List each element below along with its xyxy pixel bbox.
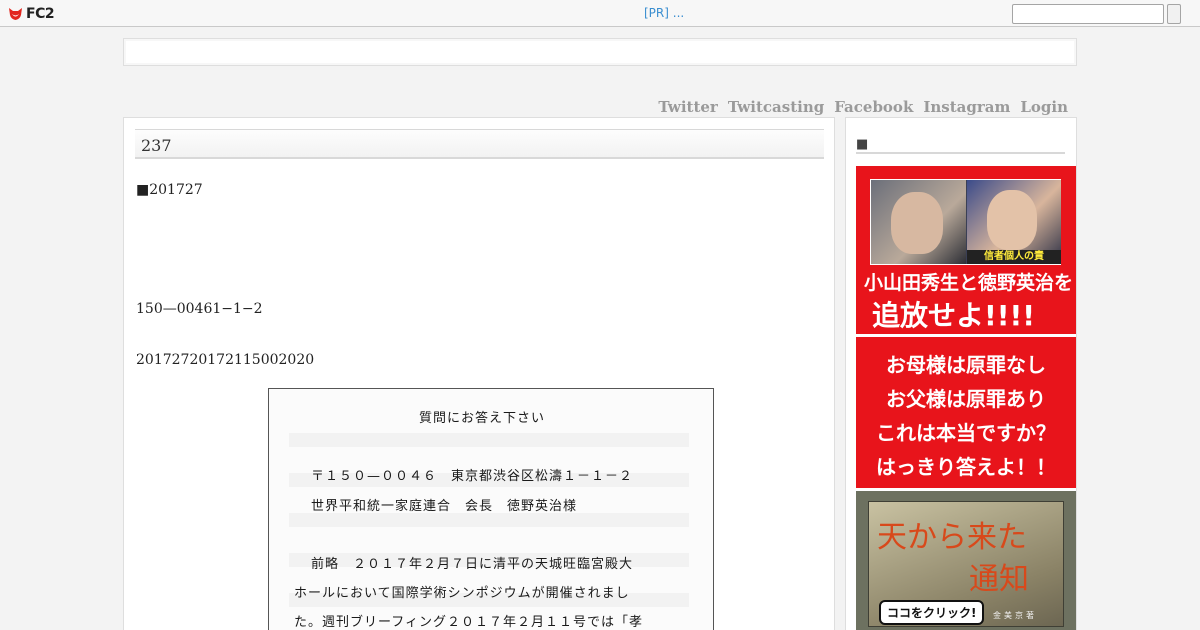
blog-header [123,38,1077,66]
nav-login[interactable]: Login [1020,98,1068,116]
ad-line: お母様は原罪なし [886,353,1046,377]
post-title[interactable]: 237 [135,129,824,159]
ad-line: はっきり答えよ！！ [876,455,1056,479]
letter-line: た。週刊ブリーフィング２０１７年２月１１号では「孝 [294,615,643,630]
fc2-toolbar: FC2 [PR] ... [0,0,1200,27]
book-title-line1: 天から来た [877,520,1027,555]
fc2-fox-icon [8,6,23,21]
ad-banner-expel[interactable]: 信者個人の責 小山田秀生と徳野英治を 追放せよ!!!! [856,166,1076,334]
letter-line: ホールにおいて国際学術シンポジウムが開催されまし [294,586,630,601]
letter-line: 〒１５０—００４６ 東京都渋谷区松濤１－１－２ [311,469,634,484]
search-button[interactable] [1167,4,1181,24]
sidebar-title: ■ [856,137,1065,154]
letter-line: 世界平和統一家庭連合 会長 徳野英治様 [311,499,578,514]
book-title-line2: 通知 [969,562,1029,597]
main-content: 237 ■201727 150—00461−1−2 20172720172115… [123,117,835,630]
sidebar: ■ 信者個人の責 小山田秀生と徳野英治を 追放せよ!!!! お母様は原罪なし お… [845,117,1077,630]
face-image [891,192,943,254]
fc2-logo-text: FC2 [26,5,55,22]
ad-banner-book[interactable]: 天から来た 通知 ココをクリック! 金美京著 [856,491,1076,630]
click-here-button[interactable]: ココをクリック! [879,600,985,625]
ad-slogan: 追放せよ!!!! [872,299,1036,332]
pr-link[interactable]: [PR] ... [644,6,684,20]
book-author: 金美京著 [993,611,1037,620]
nav-twitcasting[interactable]: Twitcasting [728,98,824,116]
nav-twitter[interactable]: Twitter [658,98,717,116]
letter-line: 前略 ２０１７年２月７日に清平の天城旺臨宮殿大 [311,557,634,572]
letter-image: 質問にお答え下さい 〒１５０—００４６ 東京都渋谷区松濤１－１－２ 世界平和統一… [268,388,714,630]
ad-line: これは本当ですか？ [876,421,1056,445]
post-date-line: ■201727 [136,182,203,198]
ad-line: お父様は原罪あり [886,387,1046,411]
search-input[interactable] [1012,4,1164,24]
nav-facebook[interactable]: Facebook [834,98,913,116]
ad-photo: 信者個人の責 [870,179,1061,265]
ad-banner-original-sin[interactable]: お母様は原罪なし お父様は原罪あり これは本当ですか？ はっきり答えよ！！ [856,337,1076,488]
book-cover: 天から来た 通知 ココをクリック! 金美京著 [868,501,1064,627]
ad-photo-caption: 信者個人の責 [967,250,1061,264]
post-address-line: 150—00461−1−2 [136,301,263,317]
ad-headline: 小山田秀生と徳野英治を [864,272,1074,294]
face-image [987,190,1037,250]
top-nav: Twitter Twitcasting Facebook Instagram L… [658,98,1068,116]
post-body-line: 20172720172115002020 [136,352,315,368]
nav-instagram[interactable]: Instagram [923,98,1010,116]
letter-heading: 質問にお答え下さい [419,411,546,426]
fc2-logo[interactable]: FC2 [8,5,55,22]
